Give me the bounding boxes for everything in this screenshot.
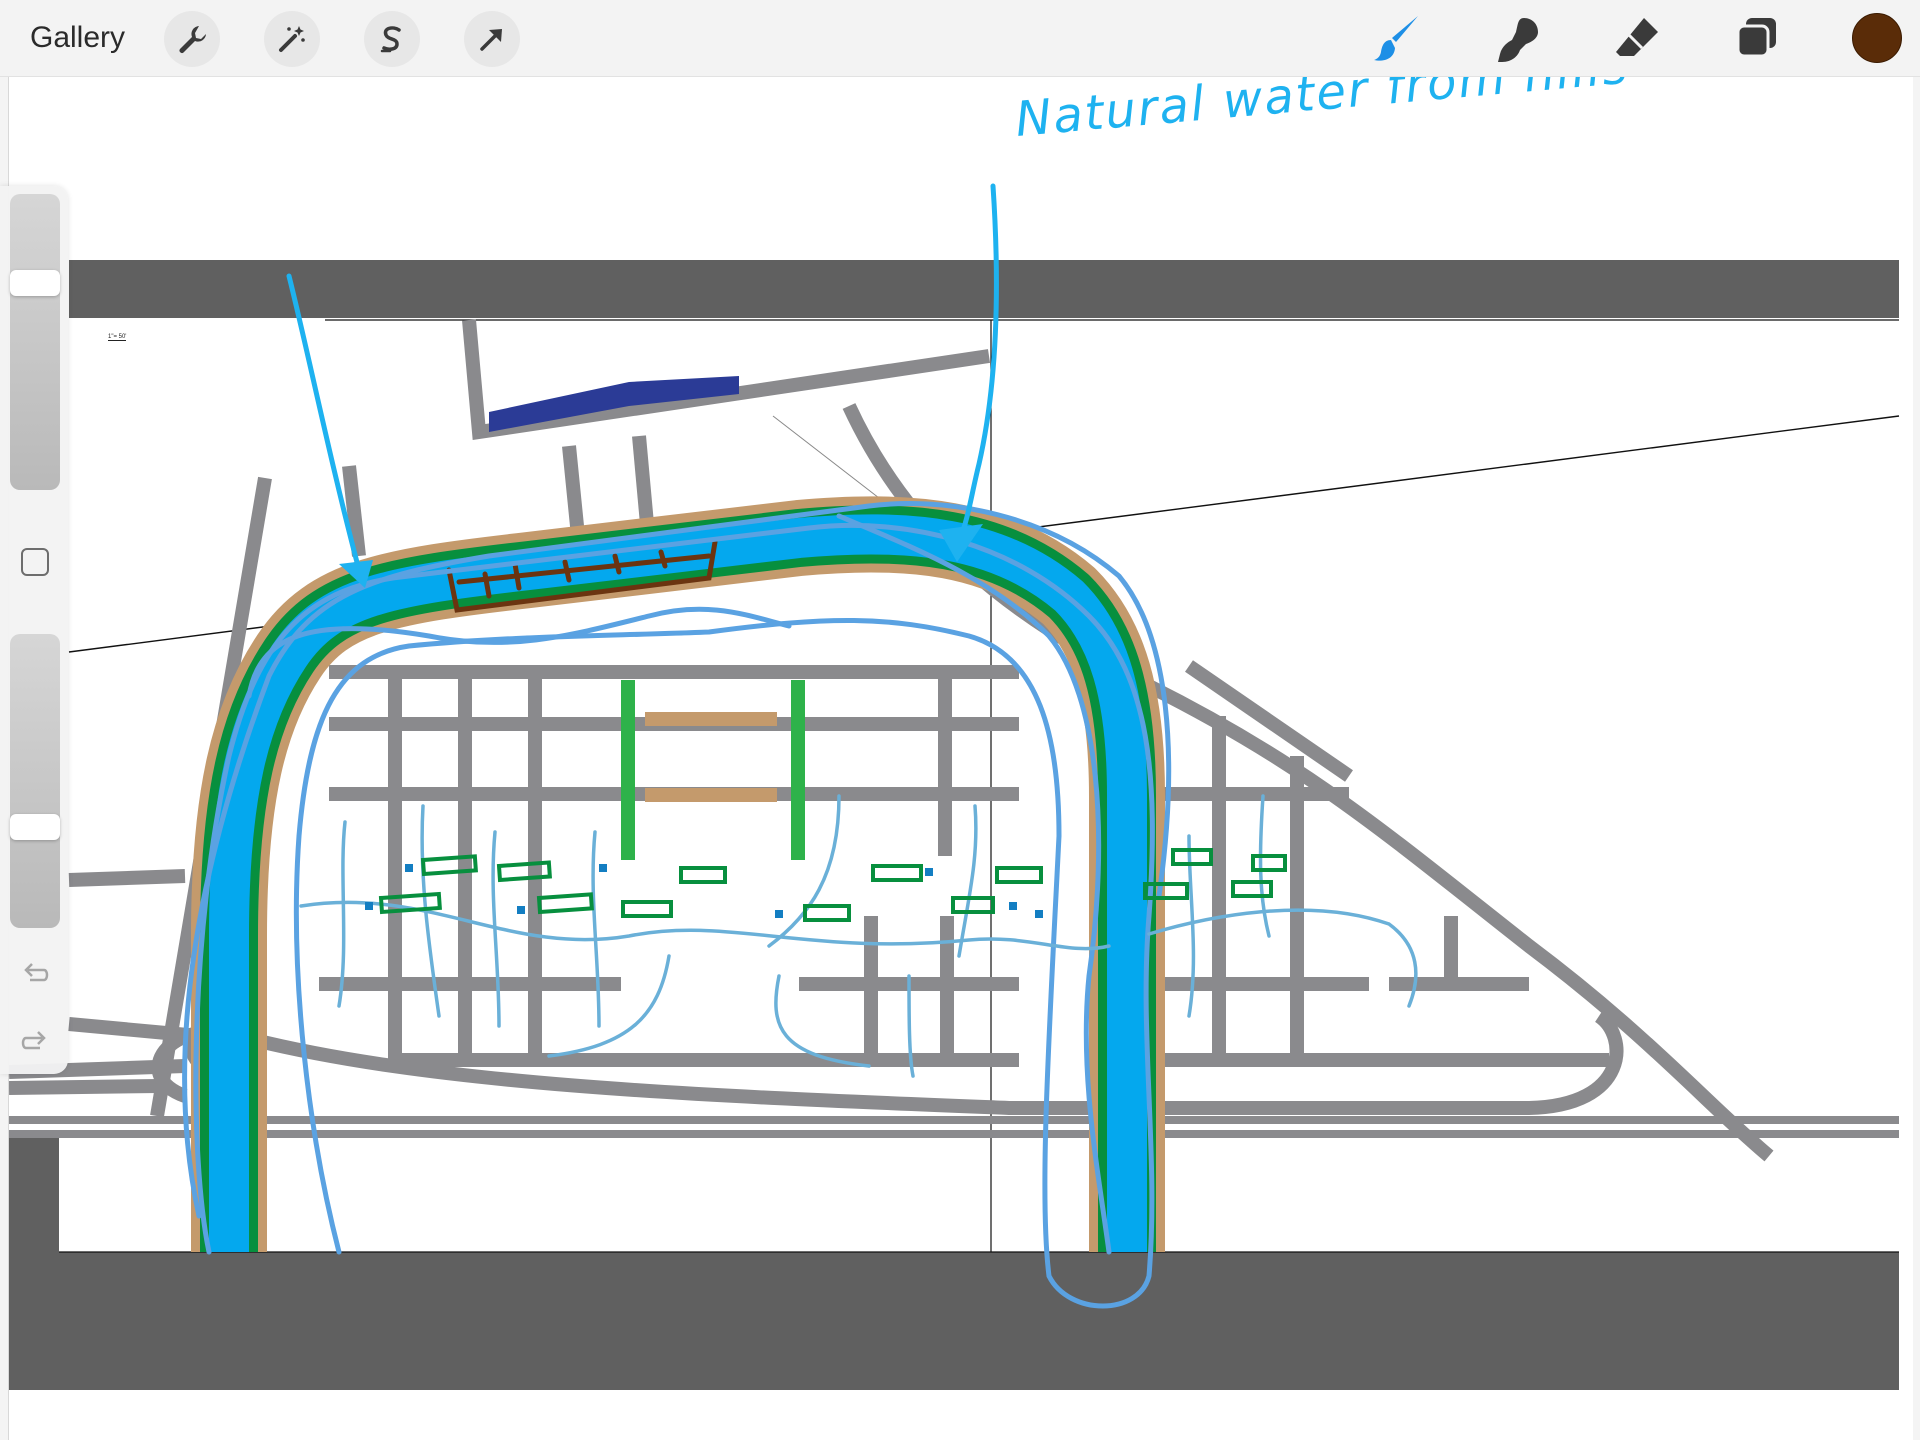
drawing-canvas[interactable]	[8, 76, 1913, 1440]
park-strips	[621, 680, 805, 860]
bottom-border-band	[9, 1252, 1899, 1390]
opacity-slider[interactable]	[10, 634, 60, 928]
top-toolbar: Gallery	[0, 0, 1920, 77]
redo-button[interactable]	[18, 1024, 52, 1058]
arrow-cursor-icon	[480, 29, 502, 51]
brush-tool-button[interactable]	[1368, 10, 1426, 68]
selection-button[interactable]	[364, 11, 420, 67]
left-border-band	[9, 1136, 59, 1256]
brush-icon	[1374, 16, 1418, 61]
gallery-button[interactable]: Gallery	[30, 18, 125, 58]
actions-button[interactable]	[164, 11, 220, 67]
undo-button[interactable]	[18, 956, 52, 990]
adjustments-button[interactable]	[264, 11, 320, 67]
wrench-icon	[179, 26, 206, 53]
square-modify-icon[interactable]	[21, 548, 49, 576]
undo-icon	[24, 963, 49, 982]
magic-wand-icon	[279, 26, 305, 52]
selection-s-icon	[380, 26, 401, 53]
color-picker-swatch[interactable]	[1852, 13, 1902, 63]
river-channel	[191, 496, 1165, 1252]
procreate-app: Gallery Natural water from hills 1"= 50'	[0, 0, 1920, 1440]
brush-size-slider[interactable]	[10, 194, 60, 490]
brush-size-thumb[interactable]	[10, 270, 60, 296]
layers-button[interactable]	[1728, 10, 1786, 68]
smudge-icon	[1498, 18, 1538, 62]
redo-icon	[21, 1031, 46, 1050]
smudge-tool-button[interactable]	[1488, 10, 1546, 68]
site-plan-sketch[interactable]	[9, 76, 1913, 1440]
eraser-tool-button[interactable]	[1608, 10, 1666, 68]
top-border-band	[69, 260, 1899, 318]
layers-icon	[1736, 18, 1776, 58]
transform-button[interactable]	[464, 11, 520, 67]
scale-label: 1"= 50'	[108, 334, 127, 341]
eraser-icon	[1616, 18, 1658, 56]
brush-sidebar	[0, 186, 68, 1074]
roads	[9, 319, 1899, 1162]
opacity-thumb[interactable]	[10, 814, 60, 840]
